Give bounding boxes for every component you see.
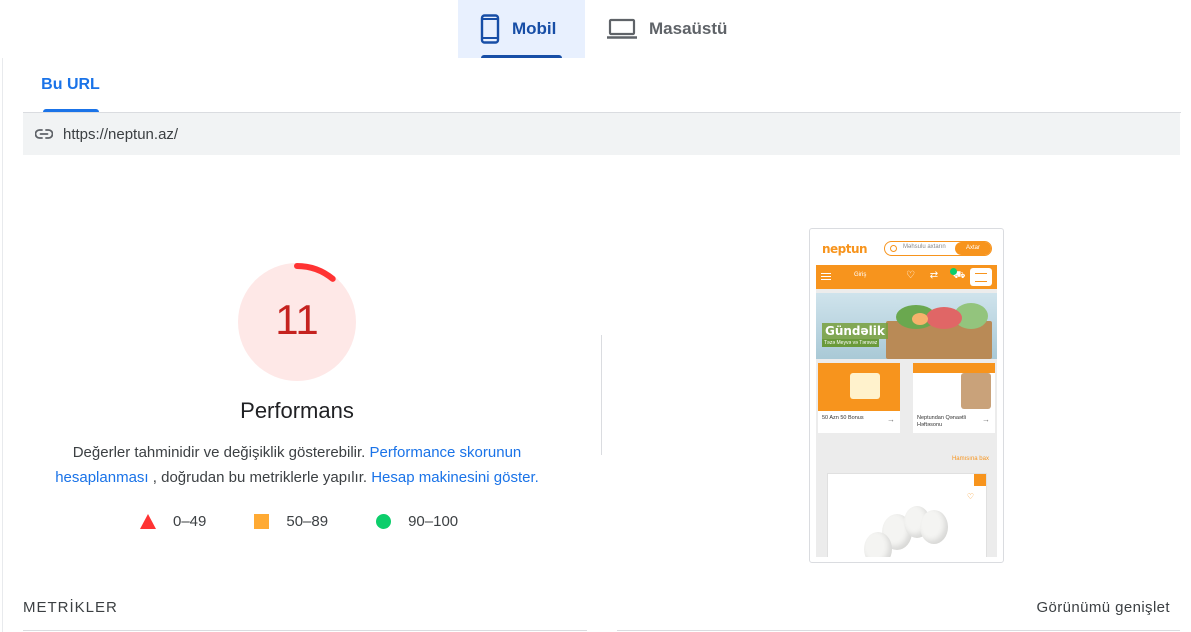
legend-item-fail: 0–49 — [140, 513, 206, 530]
url-bar: https://neptun.az/ — [23, 113, 1180, 155]
legend-range-fail: 0–49 — [173, 513, 207, 530]
tab-this-url[interactable]: Bu URL — [23, 58, 118, 112]
product-badge — [974, 474, 986, 486]
heart-icon: ♡ — [966, 492, 974, 501]
red-triangle-icon — [140, 514, 156, 529]
tab-mobile[interactable]: Mobil — [458, 0, 585, 58]
egg-shape — [920, 510, 948, 544]
url-text: https://neptun.az/ — [63, 125, 179, 143]
vegetable-shape — [926, 307, 962, 329]
expand-view-button[interactable]: Görünümü genişlet — [1036, 599, 1170, 616]
performance-description: Değerler tahminidir ve değişiklik göster… — [40, 440, 554, 490]
metrics-divider — [617, 630, 1180, 631]
legend-item-pass: 90–100 — [376, 513, 458, 530]
screenshot-search: Məhsulu axtarın Axtar — [884, 241, 992, 256]
promo-card-text: Neptundan Qənaətli Həftəsonu — [917, 415, 966, 428]
banner-title: Gündəlik — [822, 323, 888, 339]
legend-item-average: 50–89 — [254, 513, 328, 530]
product-card: ♡ — [827, 473, 987, 557]
screenshot-nav: Giriş ♡ ⇄ ⛟ — [816, 265, 997, 289]
tab-desktop-label: Masaüstü — [649, 19, 728, 38]
phone-icon — [480, 14, 500, 44]
arrow-right-icon: → — [982, 415, 990, 424]
carousel-dots — [904, 351, 938, 356]
link-icon — [35, 129, 53, 139]
metrics-divider — [23, 630, 587, 631]
screenshot-search-button: Axtar — [955, 242, 991, 255]
promo-card: 50 Azn 50 Bonus → — [818, 363, 900, 433]
page-screenshot[interactable]: neptun Məhsulu axtarın Axtar Giriş ♡ ⇄ ⛟… — [809, 228, 1004, 563]
metrics-heading: METRİKLER — [23, 599, 118, 616]
promo-card-text: 50 Azn 50 Bonus — [822, 415, 864, 421]
show-calculator-link[interactable]: Hesap makinesini göster. — [371, 469, 539, 486]
laptop-icon — [607, 18, 637, 39]
screenshot-login: Giriş — [854, 272, 867, 278]
tab-desktop[interactable]: Masaüstü — [585, 0, 749, 58]
see-all-link: Hamısına bax — [951, 456, 989, 462]
cart-badge — [950, 268, 957, 275]
description-text-2: , doğrudan bu metriklerle yapılır. — [152, 469, 368, 486]
screenshot-content: neptun Məhsulu axtarın Axtar Giriş ♡ ⇄ ⛟… — [816, 235, 997, 557]
tab-mobile-label: Mobil — [512, 19, 557, 38]
vertical-divider — [601, 335, 602, 455]
tab-this-url-label: Bu URL — [41, 76, 100, 93]
legend-range-average: 50–89 — [286, 513, 329, 530]
screenshot-banner: Gündəlik Təzə Meyvə və Tərəvəz — [816, 293, 997, 359]
device-tabs: Mobil Masaüstü — [458, 0, 749, 58]
score-legend: 0–49 50–89 90–100 — [140, 513, 458, 530]
screenshot-search-placeholder: Məhsulu axtarın — [903, 244, 946, 250]
green-circle-icon — [376, 514, 392, 529]
legend-range-pass: 90–100 — [408, 513, 459, 530]
neptun-logo: neptun — [822, 242, 868, 256]
nav-actions-icons: ♡ ⇄ ⛟ — [906, 270, 972, 281]
menu-icon — [970, 268, 992, 286]
promo-card-image — [818, 363, 900, 411]
card-border — [2, 58, 3, 632]
banner-subtitle: Təzə Meyvə və Tərəvəz — [822, 339, 880, 347]
screenshot-header: neptun Məhsulu axtarın Axtar — [816, 235, 997, 265]
vegetable-shape — [912, 313, 928, 325]
categories-icon — [821, 273, 831, 280]
promo-card-image — [913, 363, 995, 411]
description-text-1: Değerler tahminidir ve değişiklik göster… — [72, 444, 366, 461]
arrow-right-icon: → — [887, 415, 895, 424]
performance-title: Performans — [240, 398, 354, 423]
search-icon — [890, 245, 897, 252]
promo-card: Neptundan Qənaətli Həftəsonu → — [913, 363, 995, 433]
performance-score: 11 — [275, 296, 319, 343]
orange-square-icon — [254, 514, 270, 529]
